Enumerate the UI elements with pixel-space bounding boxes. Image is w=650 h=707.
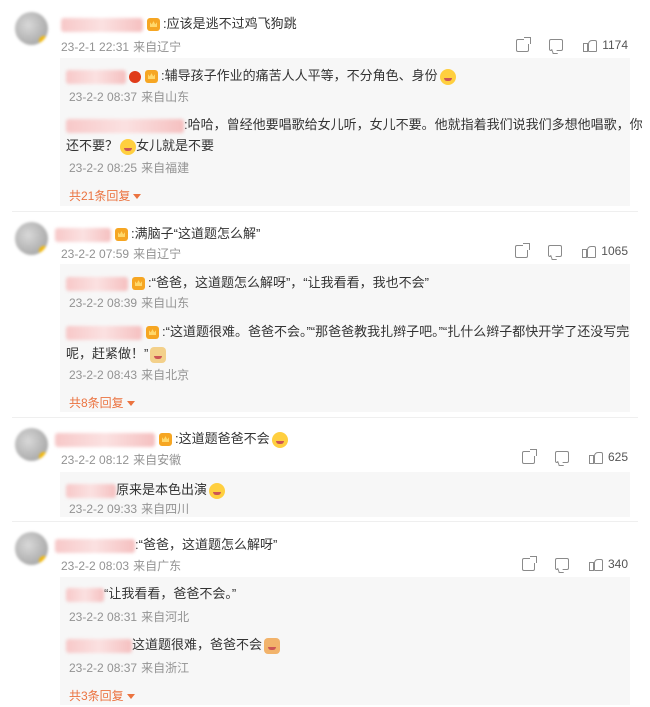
reply-time: 23-2-2 08:39	[69, 296, 138, 310]
reply-time: 23-2-2 08:37	[69, 661, 138, 675]
comment-text: :满脑子“这道题怎么解”	[131, 226, 261, 241]
laugh-emoji-icon	[271, 431, 288, 448]
like-count: 1065	[601, 244, 628, 258]
dog-emoji-icon	[150, 346, 167, 363]
reply-location: 来自山东	[141, 90, 190, 104]
more-replies-link[interactable]: 共8条回复	[69, 394, 135, 411]
comment-text: :这道题爸爸不会	[175, 431, 270, 446]
username-blurred[interactable]	[55, 538, 135, 553]
comment-location: 来自辽宁	[133, 247, 182, 261]
laugh-cry-emoji-icon	[439, 68, 456, 85]
like-count: 340	[607, 557, 628, 571]
username-blurred[interactable]	[66, 69, 126, 84]
reply-location: 来自北京	[141, 368, 190, 382]
verified-icon	[129, 70, 141, 83]
reply-box: :辅导孩子作业的痛苦人人平等，不分角色、身份 23-2-2 08:37 来自山东 …	[60, 58, 643, 206]
comment-thread: :应该是逃不过鸡飞狗跳 23-2-1 22:31 来自辽宁 1174 :辅导孩子作…	[0, 0, 650, 210]
comment-location: 来自辽宁	[133, 40, 182, 54]
comment-icon[interactable]	[548, 245, 563, 257]
caret-down-icon	[133, 194, 142, 200]
reply-text-tail: 女儿就是不要	[136, 138, 215, 153]
like-icon[interactable]	[583, 39, 598, 52]
caret-down-icon	[126, 401, 135, 407]
reply-text: 这道题很难，爸爸不会	[132, 637, 263, 652]
comment-text: :应该是逃不过鸡飞狗跳	[163, 16, 297, 31]
reply-location: 来自山东	[141, 296, 190, 310]
comment-icon[interactable]	[554, 451, 569, 463]
avatar[interactable]	[15, 532, 48, 565]
more-replies-link[interactable]: 共21条回复	[69, 187, 142, 204]
avatar[interactable]	[15, 12, 48, 45]
reply-text: “让我看看，爸爸不会。”	[104, 586, 237, 601]
laugh-emoji-icon	[209, 482, 226, 499]
comment-thread: :“爸爸，这道题怎么解呀” 23-2-2 08:03 来自广东 340 “让我看看…	[0, 522, 650, 707]
crown-icon	[132, 277, 145, 291]
avatar[interactable]	[15, 222, 48, 255]
comment-time: 23-2-1 22:31	[61, 40, 130, 54]
reply-time: 23-2-2 08:25	[69, 161, 138, 175]
crown-icon	[147, 18, 160, 32]
reply-text: :辅导孩子作业的痛苦人人平等，不分角色、身份	[161, 68, 438, 83]
share-icon[interactable]	[521, 448, 537, 464]
reply-text: :“爸爸，这道题怎么解呀”，“让我看看，我也不会”	[148, 275, 429, 290]
crown-icon	[159, 433, 172, 447]
crown-icon	[146, 326, 159, 340]
reply-time: 23-2-2 08:43	[69, 368, 138, 382]
username-blurred[interactable]	[66, 587, 104, 602]
username-blurred[interactable]	[66, 276, 128, 291]
crown-icon	[115, 228, 128, 242]
reply-box: :“爸爸，这道题怎么解呀”，“让我看看，我也不会” 23-2-2 08:39 来自…	[60, 264, 630, 412]
reply-text-cont: 还不要？	[66, 138, 119, 153]
username-blurred[interactable]	[55, 432, 155, 447]
crown-icon	[145, 70, 158, 84]
more-replies-link[interactable]: 共3条回复	[69, 687, 135, 704]
comment-location: 来自广东	[133, 559, 182, 573]
comment-thread: :这道题爸爸不会 23-2-2 08:12 来自安徽 625 原来是本色出演 23…	[0, 418, 650, 518]
like-icon[interactable]	[588, 558, 603, 571]
reply-text: :哈哈，曾经他要唱歌给女儿听，女儿不要。他就指着我们说我们多想他唱歌，你	[184, 117, 643, 132]
comment-time: 23-2-2 07:59	[61, 247, 130, 261]
share-icon[interactable]	[516, 36, 532, 52]
comment-thread: :满脑子“这道题怎么解” 23-2-2 07:59 来自辽宁 1065 :“爸爸，…	[0, 212, 650, 417]
caret-down-icon	[126, 694, 135, 700]
reply-location: 来自四川	[141, 502, 190, 516]
comment-location: 来自安徽	[133, 453, 182, 467]
reply-location: 来自河北	[141, 610, 190, 624]
comment-time: 23-2-2 08:12	[61, 453, 130, 467]
reply-box: 原来是本色出演 23-2-2 09:33 来自四川	[60, 472, 630, 517]
reply-text: :“这道题很难。爸爸不会。”“那爸爸教我扎辫子吧。”“扎什么辫子都快开学了还没写…	[162, 324, 630, 339]
comment-text: :“爸爸，这道题怎么解呀”	[135, 537, 278, 552]
comment-icon[interactable]	[554, 558, 569, 570]
reply-box: “让我看看，爸爸不会。” 23-2-2 08:31 来自河北 这道题很难，爸爸不会…	[60, 577, 630, 705]
comment-icon[interactable]	[549, 39, 564, 51]
reply-text-cont: 呢，赶紧做！”	[66, 346, 149, 361]
username-blurred[interactable]	[66, 118, 184, 133]
reply-time: 23-2-2 08:37	[69, 90, 138, 104]
reply-time: 23-2-2 08:31	[69, 610, 138, 624]
like-icon[interactable]	[582, 245, 597, 258]
share-icon[interactable]	[521, 555, 537, 571]
username-blurred[interactable]	[66, 325, 142, 340]
like-count: 625	[607, 450, 628, 464]
avatar[interactable]	[15, 428, 48, 461]
laugh-cry-emoji-icon	[120, 138, 137, 155]
comment-time: 23-2-2 08:03	[61, 559, 130, 573]
like-icon[interactable]	[588, 451, 603, 464]
username-blurred[interactable]	[66, 638, 132, 653]
username-blurred[interactable]	[61, 17, 143, 32]
share-icon[interactable]	[515, 242, 531, 258]
username-blurred[interactable]	[55, 227, 111, 242]
like-count: 1174	[602, 38, 628, 52]
username-blurred[interactable]	[66, 483, 116, 498]
cat-emoji-icon	[264, 637, 281, 654]
reply-location: 来自福建	[141, 161, 190, 175]
reply-time: 23-2-2 09:33	[69, 502, 138, 516]
reply-text: 原来是本色出演	[116, 482, 208, 497]
reply-location: 来自浙江	[141, 661, 190, 675]
